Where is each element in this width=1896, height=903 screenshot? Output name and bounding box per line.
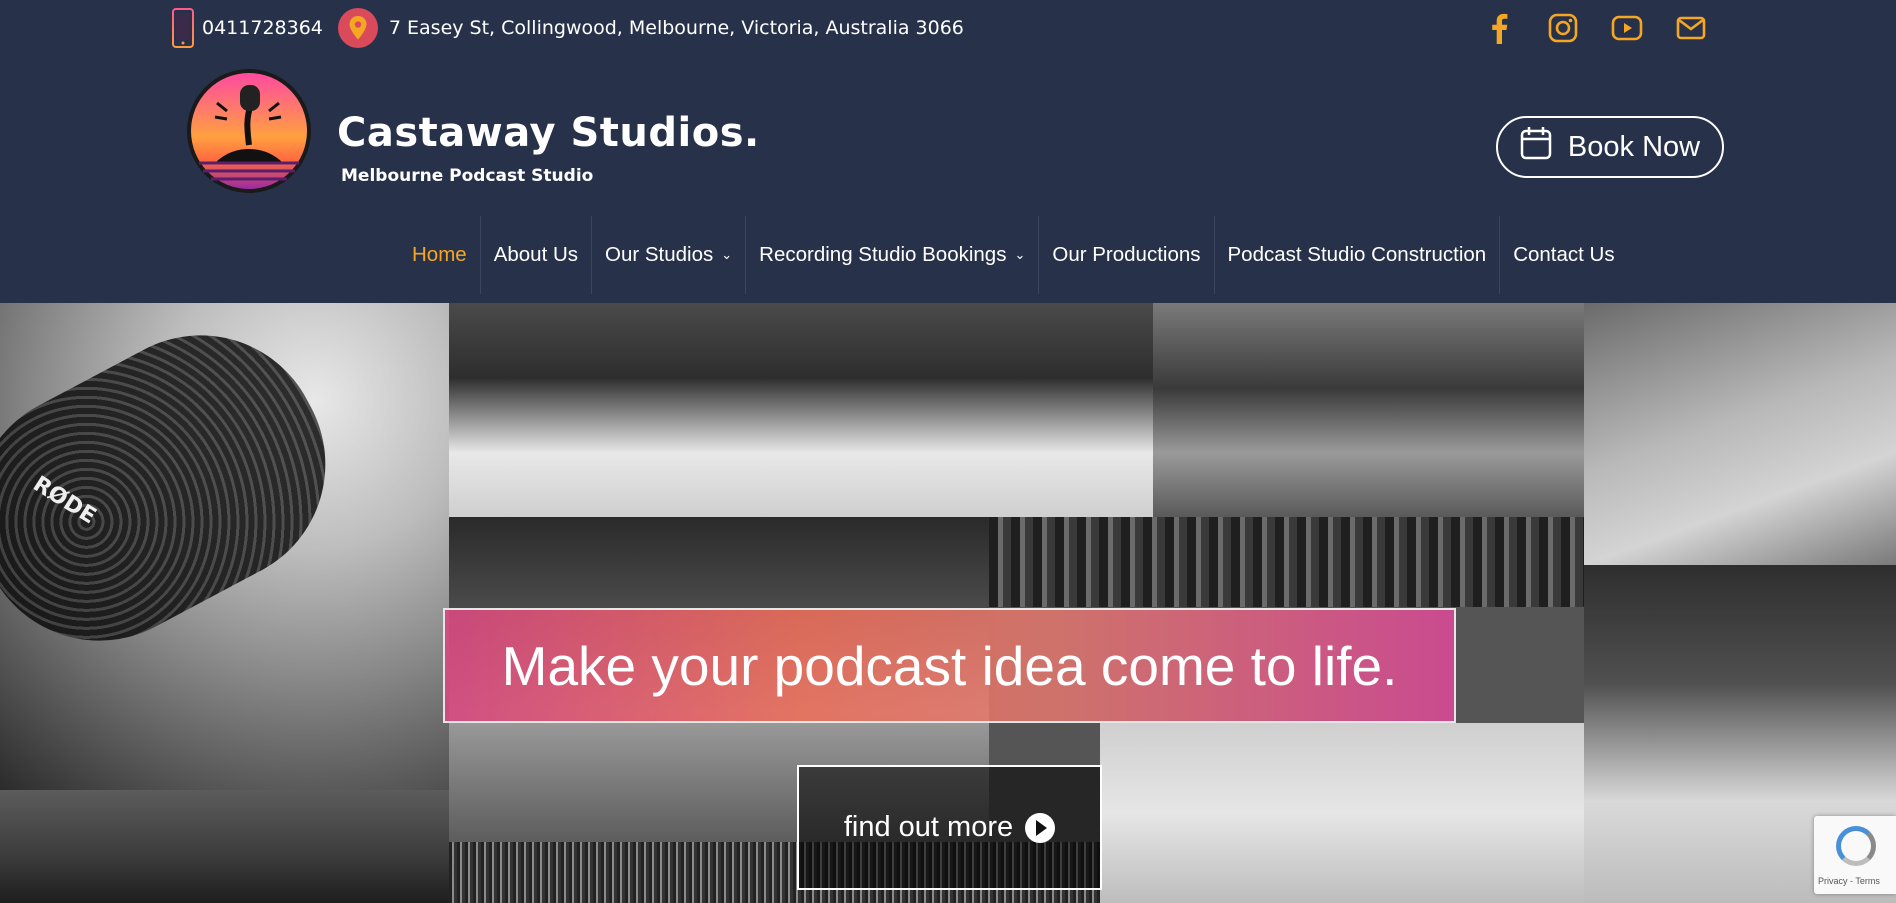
find-out-more-button[interactable]: find out more xyxy=(797,765,1102,890)
recaptcha-icon xyxy=(1836,826,1876,866)
hero-image-recording-session xyxy=(1153,303,1584,517)
nav-item-our-productions[interactable]: Our Productions xyxy=(1038,216,1213,294)
nav-item-label: About Us xyxy=(493,243,579,266)
play-circle-icon xyxy=(1025,812,1056,843)
social-links xyxy=(1482,8,1738,48)
brand-title[interactable]: Castaway Studios. xyxy=(337,110,760,156)
castaway-logo[interactable] xyxy=(185,67,313,195)
site-header: 0411728364 7 Easey St, Collingwood, Melb… xyxy=(0,0,1896,303)
hero-image-microphone: RØDE xyxy=(0,303,449,790)
phone-number[interactable]: 0411728364 xyxy=(202,17,323,39)
nav-item-label: Podcast Studio Construction xyxy=(1227,243,1487,266)
book-now-label: Book Now xyxy=(1567,130,1701,163)
nav-item-podcast-studio-construction[interactable]: Podcast Studio Construction xyxy=(1213,216,1500,294)
hero-image-studio-desk xyxy=(449,303,1153,517)
main-nav: Home About Us Our Studios ⌄ Recording Stu… xyxy=(399,216,1628,294)
nav-item-contact-us[interactable]: Contact Us xyxy=(1499,216,1627,294)
hero-image-host xyxy=(0,790,449,903)
nav-item-label: Our Productions xyxy=(1052,243,1201,266)
recaptcha-badge[interactable]: Privacy - Terms xyxy=(1814,816,1896,894)
nav-item-label: Home xyxy=(412,243,467,266)
location-pin-icon xyxy=(337,7,379,49)
nav-item-our-studios[interactable]: Our Studios ⌄ xyxy=(591,216,745,294)
hero-headline: Make your podcast idea come to life. xyxy=(501,634,1398,697)
brand-subtitle: Melbourne Podcast Studio xyxy=(341,166,594,186)
email-icon[interactable] xyxy=(1674,11,1708,45)
book-now-button[interactable]: Book Now xyxy=(1496,116,1724,178)
youtube-icon[interactable] xyxy=(1610,11,1644,45)
nav-item-home[interactable]: Home xyxy=(399,216,480,294)
nav-item-label: Recording Studio Bookings xyxy=(759,243,1007,266)
hero-headline-banner: Make your podcast idea come to life. xyxy=(443,608,1456,723)
address: 7 Easey St, Collingwood, Melbourne, Vict… xyxy=(388,17,964,39)
calendar-icon xyxy=(1520,126,1552,168)
facebook-icon[interactable] xyxy=(1482,11,1516,45)
recaptcha-links[interactable]: Privacy - Terms xyxy=(1818,876,1880,886)
hero-image-mic-arms xyxy=(1100,723,1584,903)
nav-item-about-us[interactable]: About Us xyxy=(479,216,591,294)
nav-item-label: Our Studios xyxy=(605,243,714,266)
contact-bar: 0411728364 7 Easey St, Collingwood, Melb… xyxy=(172,6,964,50)
phone-icon[interactable] xyxy=(172,8,194,48)
find-out-more-label: find out more xyxy=(843,811,1014,843)
chevron-down-icon: ⌄ xyxy=(721,247,733,262)
hero-image-mixer xyxy=(1584,303,1896,565)
instagram-icon[interactable] xyxy=(1546,11,1580,45)
hero-image-records-shelf xyxy=(989,517,1584,607)
chevron-down-icon: ⌄ xyxy=(1014,247,1026,262)
nav-item-recording-studio-bookings[interactable]: Recording Studio Bookings ⌄ xyxy=(745,216,1038,294)
nav-item-label: Contact Us xyxy=(1513,243,1615,266)
